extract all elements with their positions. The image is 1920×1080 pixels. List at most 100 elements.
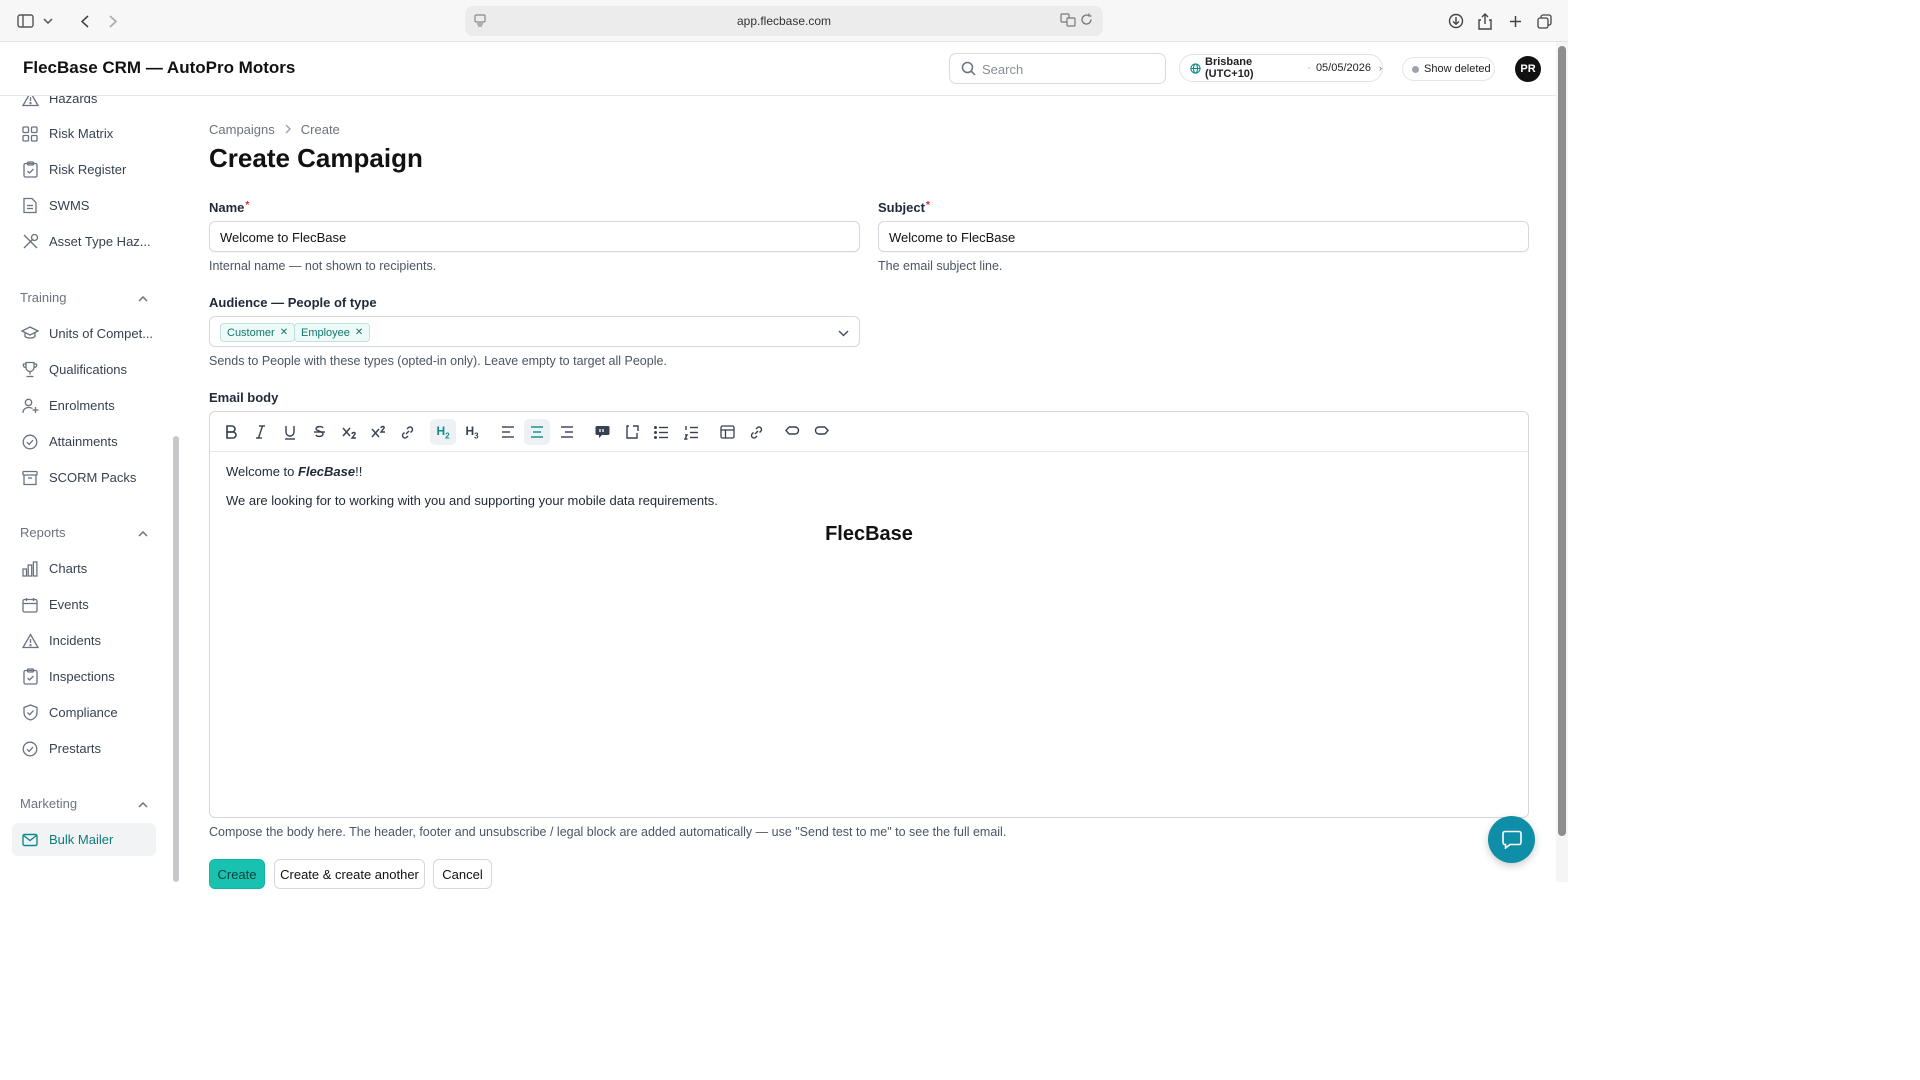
subscript-icon[interactable] [336,419,362,445]
name-field[interactable] [209,221,860,252]
grid-icon [20,124,40,144]
sidebar-section-training[interactable]: Training [20,287,148,307]
search-input[interactable] [982,60,1152,78]
back-icon[interactable] [75,11,95,31]
chat-button[interactable] [1488,816,1535,863]
sidebar-item-hazards[interactable]: Hazards [12,96,156,115]
align-right-icon[interactable] [554,419,580,445]
chevron-right-icon [285,122,291,137]
sidebar-item-prestarts[interactable]: Prestarts [12,732,156,765]
blockquote-icon[interactable] [589,419,615,445]
timezone-selector[interactable]: Brisbane (UTC+10) · 05/05/2026 › [1179,54,1383,82]
sidebar-item-label: Enrolments [49,398,115,413]
translate-icon[interactable] [1060,13,1076,30]
sidebar-item-units-of-competency[interactable]: Units of Compet... [12,317,156,350]
editor-toolbar: H2 H3 [210,412,1528,452]
attachment-link-icon[interactable] [743,419,769,445]
main-scrollbar[interactable] [1556,42,1568,882]
strikethrough-icon[interactable] [306,419,332,445]
heading-2-icon[interactable]: H2 [430,419,456,445]
sidebar-item-risk-matrix[interactable]: Risk Matrix [12,117,156,150]
bold-icon[interactable] [218,419,244,445]
reload-icon[interactable] [1080,13,1093,30]
sidebar-item-label: Compliance [49,705,118,720]
audience-label: Audience — People of type [209,295,377,310]
editor-content[interactable]: Welcome to FlecBase!! We are looking for… [226,464,1512,522]
table-icon[interactable] [714,419,740,445]
code-block-icon[interactable] [619,419,645,445]
check-circle-icon [20,739,40,759]
sidebar-item-events[interactable]: Events [12,588,156,621]
sidebar-item-attainments[interactable]: Attainments [12,425,156,458]
cancel-button[interactable]: Cancel [433,859,492,889]
heading-3-icon[interactable]: H3 [459,419,485,445]
redo-icon[interactable] [808,419,834,445]
undo-icon[interactable] [779,419,805,445]
current-date: 05/05/2026 [1315,62,1371,74]
sidebar-scrollbar[interactable] [172,96,180,882]
downloads-icon[interactable] [1446,11,1466,31]
sidebar-item-risk-register[interactable]: Risk Register [12,153,156,186]
share-icon[interactable] [1475,11,1495,31]
section-title: Marketing [20,795,78,811]
sidebar-item-label: Risk Register [49,162,127,177]
subject-input[interactable] [889,229,1518,246]
scrollbar-thumb[interactable] [1558,46,1566,836]
search-icon [961,61,976,76]
tag-label: Customer [227,326,275,339]
sidebar-item-qualifications[interactable]: Qualifications [12,353,156,386]
calendar-icon [20,595,40,615]
sidebar-item-scorm-packs[interactable]: SCORM Packs [12,461,156,494]
sidebar-item-label: Charts [49,561,88,576]
sidebar-item-incidents[interactable]: Incidents [12,624,156,657]
sidebar-item-label: Attainments [49,434,118,449]
sidebar-section-marketing[interactable]: Marketing [20,793,148,813]
scrollbar-thumb[interactable] [173,436,179,882]
graduation-cap-icon [20,324,40,344]
remove-tag-icon[interactable]: ✕ [355,327,363,338]
create-another-button[interactable]: Create & create another [274,859,425,889]
numbered-list-icon[interactable] [678,419,704,445]
sidebar-item-asset-type-hazards[interactable]: Asset Type Haz... [12,225,156,258]
address-bar[interactable]: app.flecbase.com [465,6,1103,36]
superscript-icon[interactable] [365,419,391,445]
chevron-down-icon[interactable] [38,11,58,31]
sidebar-item-label: Inspections [49,669,115,684]
bullet-list-icon[interactable] [648,419,674,445]
sidebar-item-enrolments[interactable]: Enrolments [12,389,156,422]
remove-tag-icon[interactable]: ✕ [280,327,288,338]
link-icon[interactable] [394,419,420,445]
clipboard-check-icon [20,160,40,180]
global-search[interactable] [949,53,1166,84]
subject-field[interactable] [878,221,1529,252]
audience-multiselect[interactable]: Customer ✕ Employee ✕ [209,316,860,347]
show-deleted-toggle[interactable]: Show deleted [1402,57,1495,81]
sidebar-item-bulk-mailer[interactable]: Bulk Mailer [12,823,156,856]
forward-icon[interactable] [103,11,123,31]
chevron-down-icon[interactable] [838,325,849,340]
italic-icon[interactable] [247,419,273,445]
sidebar-item-swms[interactable]: SWMS [12,189,156,222]
section-title: Reports [20,524,66,540]
sidebar-item-label: Risk Matrix [49,126,114,141]
tab-overview-icon[interactable] [1534,11,1554,31]
sidebar: Hazards Risk Matrix Risk Register SWMS A… [0,96,172,882]
name-label: Name* [209,200,249,215]
rich-text-editor[interactable]: H2 H3 Welcome to FlecBase!! We are looki… [209,411,1529,818]
new-tab-icon[interactable] [1505,11,1525,31]
align-center-icon[interactable] [524,419,550,445]
name-input[interactable] [220,229,849,246]
sidebar-item-charts[interactable]: Charts [12,552,156,585]
breadcrumb-campaigns-link[interactable]: Campaigns [209,122,275,137]
align-left-icon[interactable] [495,419,521,445]
globe-icon [1190,62,1201,74]
avatar[interactable]: PR [1515,56,1541,82]
sidebar-item-inspections[interactable]: Inspections [12,660,156,693]
sidebar-item-compliance[interactable]: Compliance [12,696,156,729]
create-button[interactable]: Create [209,859,265,889]
subject-label-text: Subject [878,200,925,215]
sidebar-toggle-icon[interactable] [15,11,35,31]
sidebar-section-reports[interactable]: Reports [20,522,148,542]
underline-icon[interactable] [277,419,303,445]
subject-label: Subject* [878,200,930,215]
